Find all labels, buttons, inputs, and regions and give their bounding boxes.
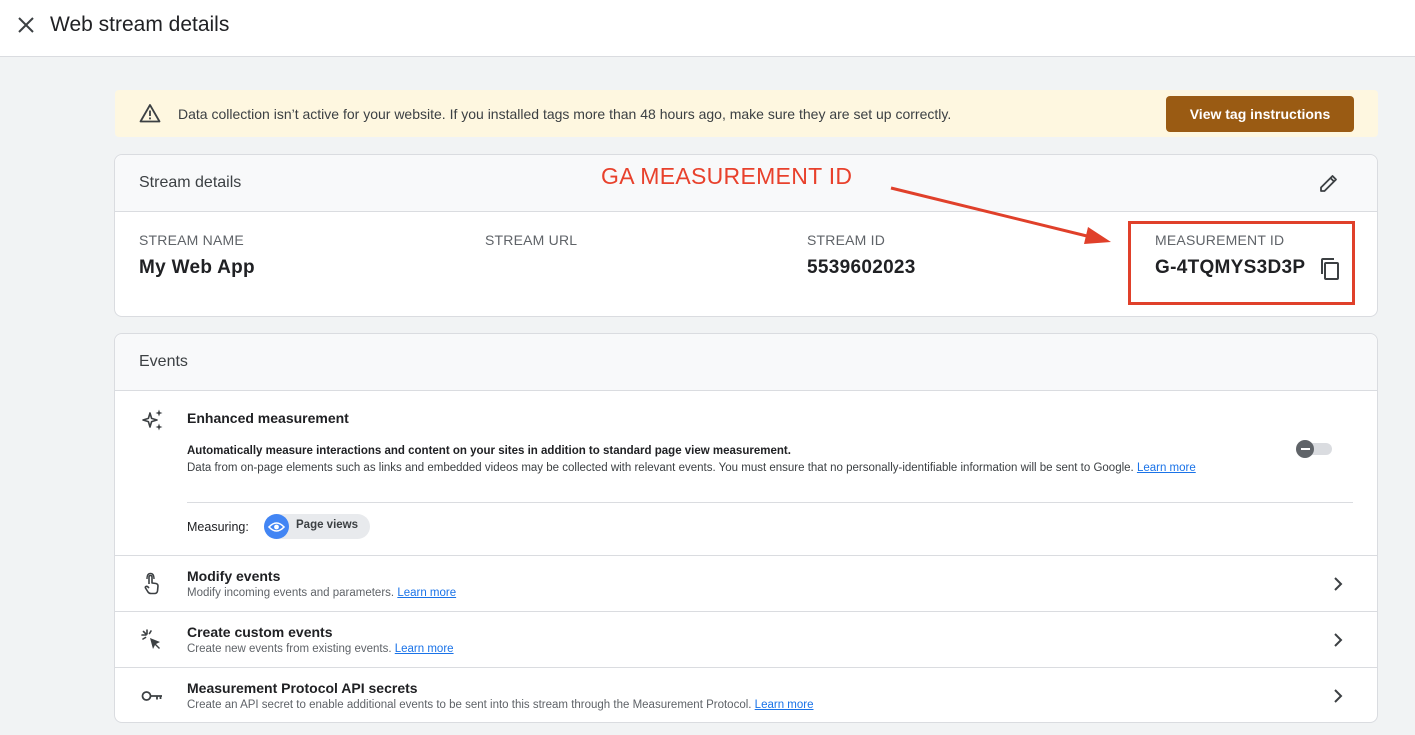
events-title: Events	[139, 353, 188, 370]
modify-events-row[interactable]: Modify events Modify incoming events and…	[115, 555, 1377, 611]
data-collection-warning-banner: Data collection isn’t active for your we…	[115, 90, 1378, 137]
stream-id-value: 5539602023	[807, 257, 916, 278]
chevron-right-icon	[1328, 684, 1348, 708]
measurement-protocol-secrets-row[interactable]: Measurement Protocol API secrets Create …	[115, 667, 1377, 723]
stream-name-label: STREAM NAME	[139, 232, 244, 248]
banner-message: Data collection isn’t active for your we…	[178, 106, 952, 122]
modify-events-learn-more-link[interactable]: Learn more	[397, 587, 456, 599]
chevron-right-icon	[1328, 628, 1348, 652]
toggle-thumb	[1296, 440, 1314, 458]
modify-events-title: Modify events	[187, 568, 281, 584]
stream-details-title: Stream details	[139, 174, 242, 191]
events-card: Events Enhanced measurement Automaticall…	[114, 333, 1378, 723]
create-custom-events-row[interactable]: Create custom events Create new events f…	[115, 611, 1377, 667]
view-tag-instructions-button[interactable]: View tag instructions	[1166, 96, 1354, 132]
enhanced-measurement-title: Enhanced measurement	[187, 410, 349, 426]
page-views-chip[interactable]: Page views	[264, 514, 370, 539]
modify-events-description: Modify incoming events and parameters.	[187, 587, 395, 599]
page-title: Web stream details	[50, 13, 230, 36]
sparkle-icon	[141, 408, 165, 432]
measurement-protocol-secrets-description: Create an API secret to enable additiona…	[187, 699, 752, 711]
eye-icon	[264, 514, 289, 539]
touch-icon	[140, 572, 164, 596]
measurement-protocol-secrets-subtitle: Create an API secret to enable additiona…	[187, 699, 813, 711]
stream-id-label: STREAM ID	[807, 232, 886, 248]
create-custom-events-learn-more-link[interactable]: Learn more	[395, 643, 454, 655]
top-bar: Web stream details	[0, 0, 1415, 57]
divider	[187, 502, 1353, 503]
pencil-icon[interactable]	[1317, 171, 1341, 195]
measurement-protocol-secrets-title: Measurement Protocol API secrets	[187, 680, 418, 696]
enhanced-measurement-learn-more-link[interactable]: Learn more	[1137, 462, 1196, 474]
page-views-label: Page views	[296, 519, 359, 531]
create-custom-events-title: Create custom events	[187, 624, 333, 640]
stream-url-label: STREAM URL	[485, 232, 578, 248]
enhanced-measurement-description: Data from on-page elements such as links…	[187, 461, 1272, 476]
events-header: Events	[115, 334, 1377, 391]
chevron-right-icon	[1328, 572, 1348, 596]
create-custom-events-subtitle: Create new events from existing events. …	[187, 643, 454, 655]
annotation-highlight-box	[1128, 221, 1355, 305]
measurement-protocol-learn-more-link[interactable]: Learn more	[755, 699, 814, 711]
enhanced-measurement-detail: Data from on-page elements such as links…	[187, 462, 1134, 474]
warning-icon	[139, 103, 161, 123]
annotation-label: GA MEASUREMENT ID	[601, 163, 853, 189]
enhanced-measurement-summary: Automatically measure interactions and c…	[187, 445, 791, 457]
modify-events-subtitle: Modify incoming events and parameters. L…	[187, 587, 456, 599]
annotation-arrow	[890, 186, 1111, 244]
sparkle-click-icon	[140, 628, 164, 652]
close-icon[interactable]	[12, 11, 40, 39]
measuring-label: Measuring:	[187, 520, 249, 534]
create-custom-events-description: Create new events from existing events.	[187, 643, 392, 655]
stream-name-value: My Web App	[139, 257, 255, 278]
key-icon	[140, 684, 164, 708]
enhanced-measurement-toggle[interactable]	[1296, 440, 1334, 458]
